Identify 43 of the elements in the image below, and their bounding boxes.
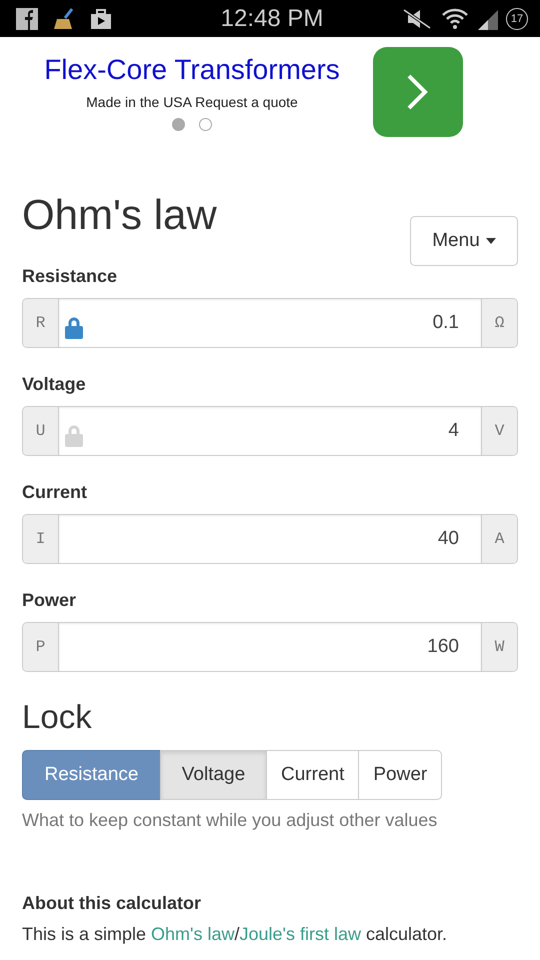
input-field[interactable]: I 40 A [22,514,518,564]
ad-subtitle: Made in the USA Request a quote [86,94,298,110]
input-field[interactable]: R 0.1 Ω [22,298,518,348]
unit-label: V [482,407,517,455]
page-title: Ohm's law [22,191,217,239]
symbol-label: R [23,299,58,347]
field-value: 160 [427,636,459,658]
lock-icon[interactable] [64,317,84,339]
symbol-label: I [23,515,58,563]
unit-label: Ω [482,299,517,347]
symbol-label: U [23,407,58,455]
unit-label: W [482,623,517,671]
signal-icon [476,8,498,30]
caret-icon [486,238,496,244]
unit-label: A [482,515,517,563]
lock-toggle-button[interactable]: Power [358,750,442,800]
field-value: 4 [448,420,459,442]
field-label: Power [22,590,78,610]
carousel-dot[interactable] [172,118,185,130]
ad-arrow-button[interactable] [373,47,463,137]
help-text: What to keep constant while you adjust other values [22,810,438,831]
about-paragraph: This is a simple Ohm's law/Joule's first law calculator. [22,924,448,945]
facebook-icon [16,8,38,30]
menu-button[interactable]: Menu [410,216,518,266]
broom-icon [52,6,76,30]
ad-title[interactable]: Flex-Core Transformers [44,54,340,86]
wifi-icon [442,6,468,30]
carousel-dot[interactable] [199,118,212,130]
section-heading: Lock [22,698,93,736]
clock-time: 12:48 PM [220,4,324,32]
field-label: Resistance [22,266,118,286]
lock-toggle-button[interactable]: Current [266,750,360,800]
field-value: 0.1 [432,312,459,334]
battery-indicator: 17 [506,8,528,30]
input-field[interactable]: P 160 W [22,622,518,672]
field-label: Current [22,482,88,502]
about-heading: About this calculator [22,893,202,914]
play-bag-icon [90,8,112,30]
lock-toggle-button[interactable]: Voltage [160,750,267,800]
input-field[interactable]: U 4 V [22,406,518,456]
symbol-label: P [23,623,58,671]
field-label: Voltage [22,374,87,394]
field-value: 40 [438,528,459,550]
